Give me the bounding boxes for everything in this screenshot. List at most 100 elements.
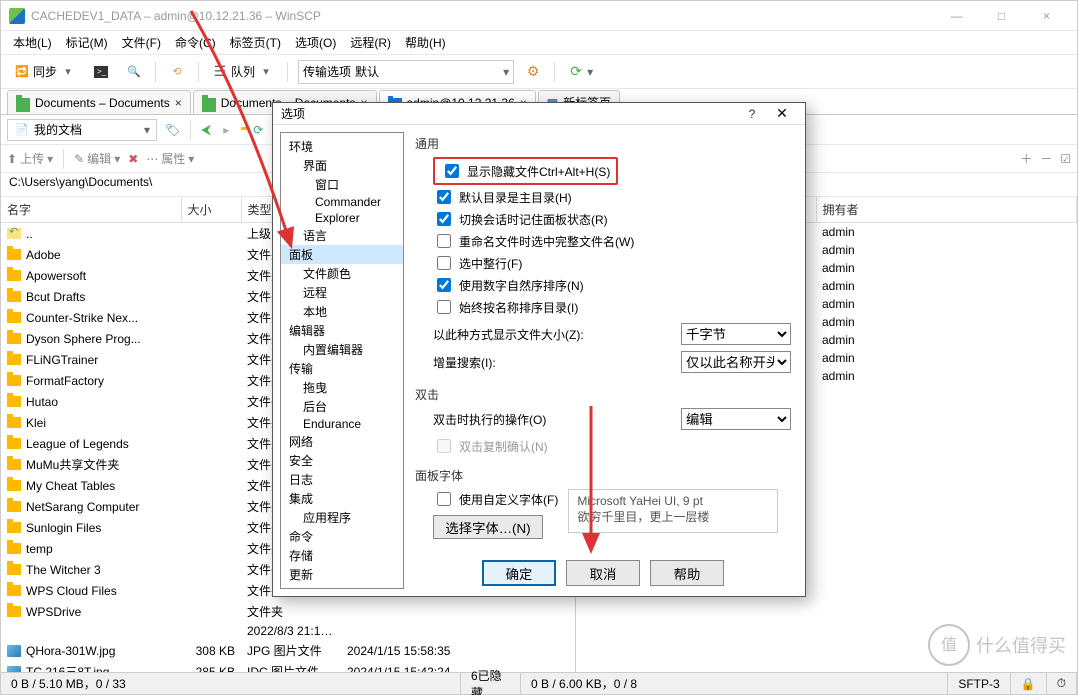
menu-item[interactable]: 选项(O): [289, 32, 342, 53]
option-checkbox[interactable]: [437, 300, 451, 314]
tree-node[interactable]: 界面: [281, 156, 403, 175]
options-tree[interactable]: 环境界面窗口CommanderExplorer语言面板文件颜色远程本地编辑器内置…: [280, 132, 404, 589]
upload-button[interactable]: ⬆ 上传 ▾: [7, 150, 53, 167]
tree-node[interactable]: 命令: [281, 527, 403, 546]
menu-item[interactable]: 标签页(T): [224, 32, 287, 53]
help-button[interactable]: 帮助: [650, 560, 724, 586]
forward-button[interactable]: ▸: [219, 121, 233, 139]
close-icon[interactable]: ×: [175, 96, 182, 110]
folder-icon: [7, 522, 21, 533]
edit-button[interactable]: ✎ 编辑 ▾: [74, 150, 120, 167]
menu-item[interactable]: 命令(C): [169, 32, 222, 53]
menu-item[interactable]: 本地(L): [7, 32, 58, 53]
column-header[interactable]: 大小: [181, 197, 241, 223]
column-header[interactable]: 名字: [1, 197, 181, 223]
option-checkbox[interactable]: [437, 278, 451, 292]
tree-node[interactable]: 语言: [281, 226, 403, 245]
incremental-search-option: 增量搜索(I): 仅以此名称开头: [415, 350, 791, 374]
sync-browse-button[interactable]: ⟲: [162, 60, 192, 84]
table-row[interactable]: WPSDrive文件夹: [1, 601, 575, 622]
menu-item[interactable]: 远程(R): [344, 32, 397, 53]
tree-node[interactable]: 安全: [281, 451, 403, 470]
remote-status: 0 B / 6.00 KB，0 / 8: [521, 673, 948, 694]
filter-button[interactable]: 🏷: [161, 121, 184, 139]
back-button[interactable]: ⮜: [197, 119, 215, 140]
column-header[interactable]: 拥有者: [816, 197, 1077, 223]
docs-icon: [16, 98, 30, 112]
tree-node[interactable]: 编辑器: [281, 321, 403, 340]
tree-node[interactable]: 远程: [281, 283, 403, 302]
tree-node[interactable]: 环境: [281, 137, 403, 156]
parent-dir-icon: [7, 228, 21, 239]
tree-node[interactable]: 应用程序: [281, 508, 403, 527]
delete-button[interactable]: ✖: [128, 152, 138, 166]
tree-node[interactable]: 日志: [281, 470, 403, 489]
maximize-button[interactable]: □: [979, 1, 1024, 31]
folder-icon: [7, 333, 21, 344]
table-row[interactable]: 2022/8/3 21:12:45: [1, 622, 575, 640]
reconnect-button[interactable]: ⟳▾: [561, 60, 600, 84]
tree-node[interactable]: 内置编辑器: [281, 340, 403, 359]
compare-button[interactable]: 🔍: [119, 60, 149, 84]
file-size-select[interactable]: 千字节: [681, 323, 791, 345]
tree-node[interactable]: 网络: [281, 432, 403, 451]
option-checkbox[interactable]: [437, 234, 451, 248]
time-icon: ⏱: [1047, 673, 1077, 694]
folder-icon: [7, 480, 21, 491]
local-drive-combo[interactable]: 📄 我的文档 ▾: [7, 119, 157, 141]
tree-node[interactable]: 拖曳: [281, 378, 403, 397]
option-checkbox[interactable]: [437, 190, 451, 204]
incremental-search-select[interactable]: 仅以此名称开头: [681, 351, 791, 373]
transfer-settings-button[interactable]: ⚙: [518, 60, 548, 84]
session-tab[interactable]: Documents – Documents×: [7, 90, 191, 114]
folder-icon: [7, 354, 21, 365]
tree-node[interactable]: 后台: [281, 397, 403, 416]
svg-text:什么值得买: 什么值得买: [976, 636, 1066, 656]
up-button[interactable]: [237, 128, 245, 132]
close-button[interactable]: ×: [1024, 1, 1069, 31]
custom-font-checkbox[interactable]: [437, 492, 451, 506]
tree-node[interactable]: Endurance: [281, 416, 403, 432]
ok-button[interactable]: 确定: [482, 560, 556, 586]
tree-node[interactable]: Commander: [281, 194, 403, 210]
gear-icon: ⚙: [525, 64, 541, 80]
option-checkbox[interactable]: [445, 164, 459, 178]
tree-node[interactable]: 窗口: [281, 175, 403, 194]
tree-node[interactable]: 更新: [281, 565, 403, 584]
tree-node[interactable]: Explorer: [281, 210, 403, 226]
chevron-down-icon: ▾: [503, 65, 509, 79]
select-button[interactable]: ☑: [1060, 152, 1071, 166]
plus-button[interactable]: ＋: [1020, 150, 1032, 167]
menu-item[interactable]: 文件(F): [116, 32, 167, 53]
terminal-button[interactable]: >_: [87, 62, 115, 82]
dialog-title: 选项: [281, 105, 737, 122]
cancel-button[interactable]: 取消: [566, 560, 640, 586]
sync-button[interactable]: 🔁 同步 ▾: [7, 59, 83, 84]
queue-button[interactable]: ☰ 队列 ▾: [205, 59, 281, 84]
dialog-close-button[interactable]: ✕: [767, 105, 797, 122]
tree-node[interactable]: 存储: [281, 546, 403, 565]
menu-item[interactable]: 标记(M): [60, 32, 114, 53]
tree-node[interactable]: 文件颜色: [281, 264, 403, 283]
tree-node[interactable]: 本地: [281, 302, 403, 321]
options-dialog: 选项 ? ✕ 环境界面窗口CommanderExplorer语言面板文件颜色远程…: [272, 102, 806, 597]
option-checkbox[interactable]: [437, 212, 451, 226]
choose-font-button[interactable]: 选择字体…(N): [433, 515, 543, 539]
tree-node[interactable]: 传输: [281, 359, 403, 378]
table-row[interactable]: QHora-301W.jpg308 KBJPG 图片文件2024/1/15 15…: [1, 640, 575, 661]
file-size-option: 以此种方式显示文件大小(Z): 千字节: [415, 322, 791, 346]
main-toolbar: 🔁 同步 ▾ >_ 🔍 ⟲ ☰ 队列 ▾ 传输选项 默认 ▾ ⚙ ⟳▾: [1, 55, 1077, 89]
minus-button[interactable]: －: [1040, 150, 1052, 167]
folder-icon: [7, 585, 21, 596]
option-checkbox[interactable]: [437, 256, 451, 270]
chevron-down-icon: ▾: [60, 64, 76, 80]
dialog-help-button[interactable]: ?: [737, 107, 767, 121]
properties-button[interactable]: ⋯ 属性 ▾: [146, 150, 194, 167]
refresh-button[interactable]: ⟳: [249, 121, 267, 139]
menu-item[interactable]: 帮助(H): [399, 32, 452, 53]
minimize-button[interactable]: —: [934, 1, 979, 31]
tree-node[interactable]: 集成: [281, 489, 403, 508]
transfer-options[interactable]: 传输选项 默认 ▾: [298, 60, 514, 84]
tree-node[interactable]: 面板: [281, 245, 403, 264]
doubleclick-select[interactable]: 编辑: [681, 408, 791, 430]
